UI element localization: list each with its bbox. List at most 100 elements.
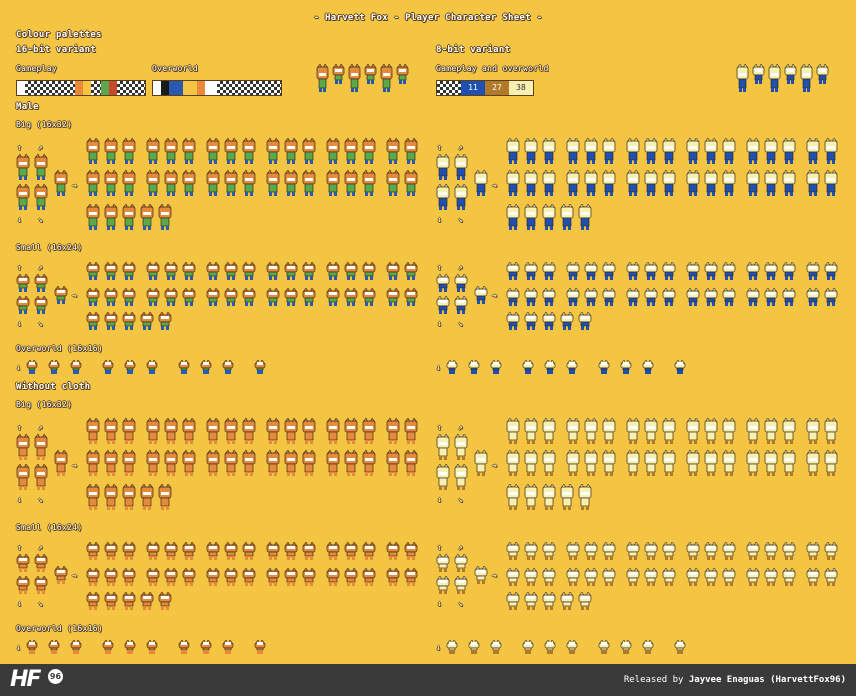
fox-sprite [178,640,190,654]
fox-sprite [566,418,580,444]
fox-sprite [454,464,468,490]
direction-arrow-icon: ↘ [458,319,464,328]
fox-sprite [506,542,520,560]
fox-sprite [578,484,592,510]
fox-sprite [86,170,100,196]
fox-sprite [386,138,400,164]
direction-arrow-icon: ↗ [458,423,464,432]
swatch-11: 11 [461,81,485,95]
fox-sprite [746,542,760,560]
direction-arrow-icon: → [492,571,498,580]
big-label: Big (16x32) [16,120,73,129]
fox-sprite [362,288,376,306]
fox-sprite [454,296,468,314]
fox-sprite [242,288,256,306]
fox-sprite [386,262,400,280]
direction-arrow-icon: ↑ [437,423,443,432]
fox-sprite [224,288,238,306]
fox-sprite [584,288,598,306]
fox-sprite [598,640,610,654]
fox-sprite [404,450,418,476]
swatch-27: 27 [485,81,509,95]
fox-sprite [386,170,400,196]
fox-sprite [806,170,820,196]
fox-sprite [566,568,580,586]
fox-sprite [686,170,700,196]
fox-sprite [602,418,616,444]
fox-sprite [34,296,48,314]
direction-arrow-icon: ↑ [17,423,23,432]
swatch [75,81,83,95]
fox-sprite [222,360,234,374]
fox-sprite [506,568,520,586]
fox-sprite [182,288,196,306]
fox-sprite [16,434,30,460]
section-male: Male [16,102,39,112]
credit: Released by Jayvee Enaguas (HarvettFox96… [624,675,846,685]
logo: HF [10,667,41,692]
small-label: Small (16x24) [16,243,83,252]
fox-sprite [746,450,760,476]
fox-sprite [266,262,280,280]
fox-sprite [326,170,340,196]
fox-sprite [206,450,220,476]
fox-sprite [524,418,538,444]
fox-sprite [524,138,538,164]
fox-sprite [584,138,598,164]
fox-sprite [158,312,172,330]
fox-sprite [752,64,765,84]
variant16-heading: 16-bit variant [16,45,97,55]
fox-sprite [542,542,556,560]
fox-sprite [524,262,538,280]
fox-sprite [602,568,616,586]
fox-sprite [70,640,82,654]
fox-sprite [686,288,700,306]
fox-sprite [824,418,838,444]
direction-arrow-icon: ↑ [437,263,443,272]
fox-sprite [16,554,30,572]
fox-sprite [454,554,468,572]
fox-sprite [722,170,736,196]
fox-sprite [242,568,256,586]
logo-badge: 96 [48,669,63,684]
fox-sprite [722,568,736,586]
fox-sprite [524,170,538,196]
fox-sprite [686,568,700,586]
fox-sprite [490,360,502,374]
fox-sprite [704,138,718,164]
fox-sprite [626,262,640,280]
fox-sprite [824,542,838,560]
fox-sprite [824,288,838,306]
fox-sprite [122,484,136,510]
fox-sprite [824,450,838,476]
fox-sprite [584,418,598,444]
swatch-transparent [117,81,145,95]
direction-arrow-icon: ↘ [38,215,44,224]
fox-sprite [602,450,616,476]
swatch-transparent [217,81,281,95]
fox-sprite [824,262,838,280]
fox-sprite [104,204,118,230]
fox-sprite [662,450,676,476]
fox-sprite [764,138,778,164]
fox-sprite [474,170,488,196]
fox-sprite [686,450,700,476]
fox-sprite [242,542,256,560]
fox-sprite [542,288,556,306]
fox-sprite [206,170,220,196]
fox-sprite [454,576,468,594]
fox-sprite [506,450,520,476]
fox-sprite [86,542,100,560]
fox-sprite [468,640,480,654]
fox-sprite [782,450,796,476]
swatch [83,81,91,95]
fox-sprite [86,592,100,610]
fox-sprite [104,138,118,164]
fox-sprite [158,592,172,610]
fox-sprite [206,418,220,444]
direction-arrow-icon: ↗ [38,423,44,432]
direction-arrow-icon: ↑ [437,543,443,552]
fox-sprite [284,288,298,306]
fox-sprite [254,360,266,374]
fox-sprite [474,286,488,304]
